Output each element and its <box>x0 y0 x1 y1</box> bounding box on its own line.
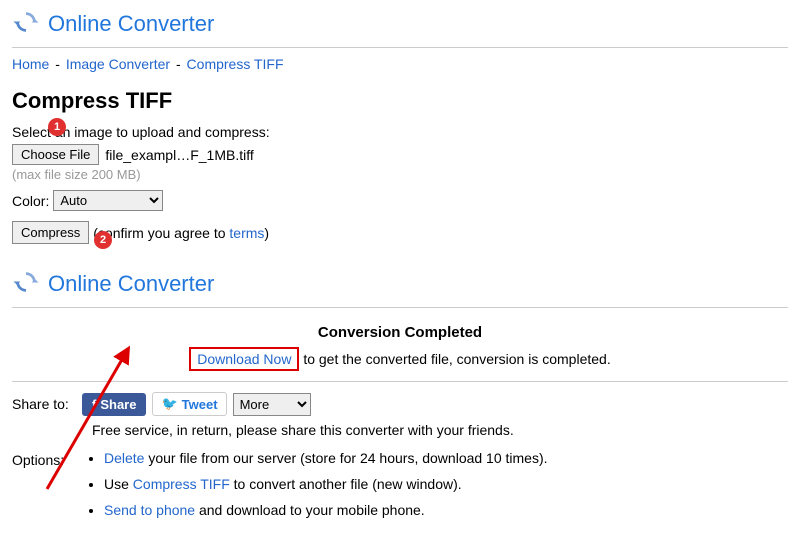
compress-tiff-link[interactable]: Compress TIFF <box>133 476 230 492</box>
step-marker-2: 2 <box>94 231 112 249</box>
breadcrumb-sep: - <box>55 56 64 72</box>
site-title[interactable]: Online Converter <box>48 271 214 297</box>
option-delete: Delete your file from our server (store … <box>104 450 548 466</box>
more-share-select[interactable]: More <box>233 393 311 416</box>
site-header-2: Online Converter <box>12 268 788 299</box>
page-title: Compress TIFF <box>12 88 788 114</box>
site-header: Online Converter <box>12 8 788 39</box>
breadcrumb: Home - Image Converter - Compress TIFF <box>12 47 788 80</box>
site-title[interactable]: Online Converter <box>48 11 214 37</box>
options-list: Delete your file from our server (store … <box>84 450 548 528</box>
conversion-completed-heading: Conversion Completed <box>12 324 788 341</box>
file-input-row: Choose File file_exampl…F_1MB.tiff <box>12 144 788 165</box>
result-after-text: to get the converted file, conversion is… <box>299 351 610 367</box>
result-inner: Conversion Completed Download Now to get… <box>12 324 788 382</box>
share-row: Share to: f Share 🐦 Tweet More <box>12 392 788 416</box>
refresh-icon <box>12 268 40 299</box>
compress-button[interactable]: Compress <box>12 221 89 244</box>
send-to-phone-link[interactable]: Send to phone <box>104 502 195 518</box>
options-label: Options: <box>12 450 72 468</box>
color-label: Color: <box>12 193 49 209</box>
compress-row: Compress (confirm you agree to terms) 2 <box>12 221 788 244</box>
tweet-button[interactable]: 🐦 Tweet <box>152 392 226 416</box>
breadcrumb-home[interactable]: Home <box>12 56 49 72</box>
breadcrumb-compress-tiff[interactable]: Compress TIFF <box>187 56 284 72</box>
upload-instruction: Select an image to upload and compress: … <box>12 124 788 140</box>
share-label: Share to: <box>12 396 76 412</box>
refresh-icon <box>12 8 40 39</box>
share-note: Free service, in return, please share th… <box>92 422 788 438</box>
selected-file-name: file_exampl…F_1MB.tiff <box>105 147 253 163</box>
color-row: Color: Auto <box>12 190 788 211</box>
result-section: Conversion Completed Download Now to get… <box>12 307 788 528</box>
delete-link[interactable]: Delete <box>104 450 144 466</box>
option-send: Send to phone and download to your mobil… <box>104 502 548 518</box>
facebook-icon: f <box>92 397 96 412</box>
download-now-link[interactable]: Download Now <box>197 351 291 367</box>
choose-file-button[interactable]: Choose File <box>12 144 99 165</box>
download-highlight-box: Download Now <box>189 347 299 371</box>
result-line: Download Now to get the converted file, … <box>12 347 788 371</box>
file-size-note: (max file size 200 MB) <box>12 167 788 182</box>
options-row: Options: Delete your file from our serve… <box>12 450 788 528</box>
compress-note: (confirm you agree to terms) <box>93 225 269 241</box>
twitter-icon: 🐦 <box>161 396 177 412</box>
terms-link[interactable]: terms <box>229 225 264 241</box>
facebook-share-button[interactable]: f Share <box>82 393 146 416</box>
step-marker-1: 1 <box>48 118 66 136</box>
option-use: Use Compress TIFF to convert another fil… <box>104 476 548 492</box>
breadcrumb-image-converter[interactable]: Image Converter <box>66 56 170 72</box>
color-select[interactable]: Auto <box>53 190 163 211</box>
breadcrumb-sep: - <box>176 56 185 72</box>
